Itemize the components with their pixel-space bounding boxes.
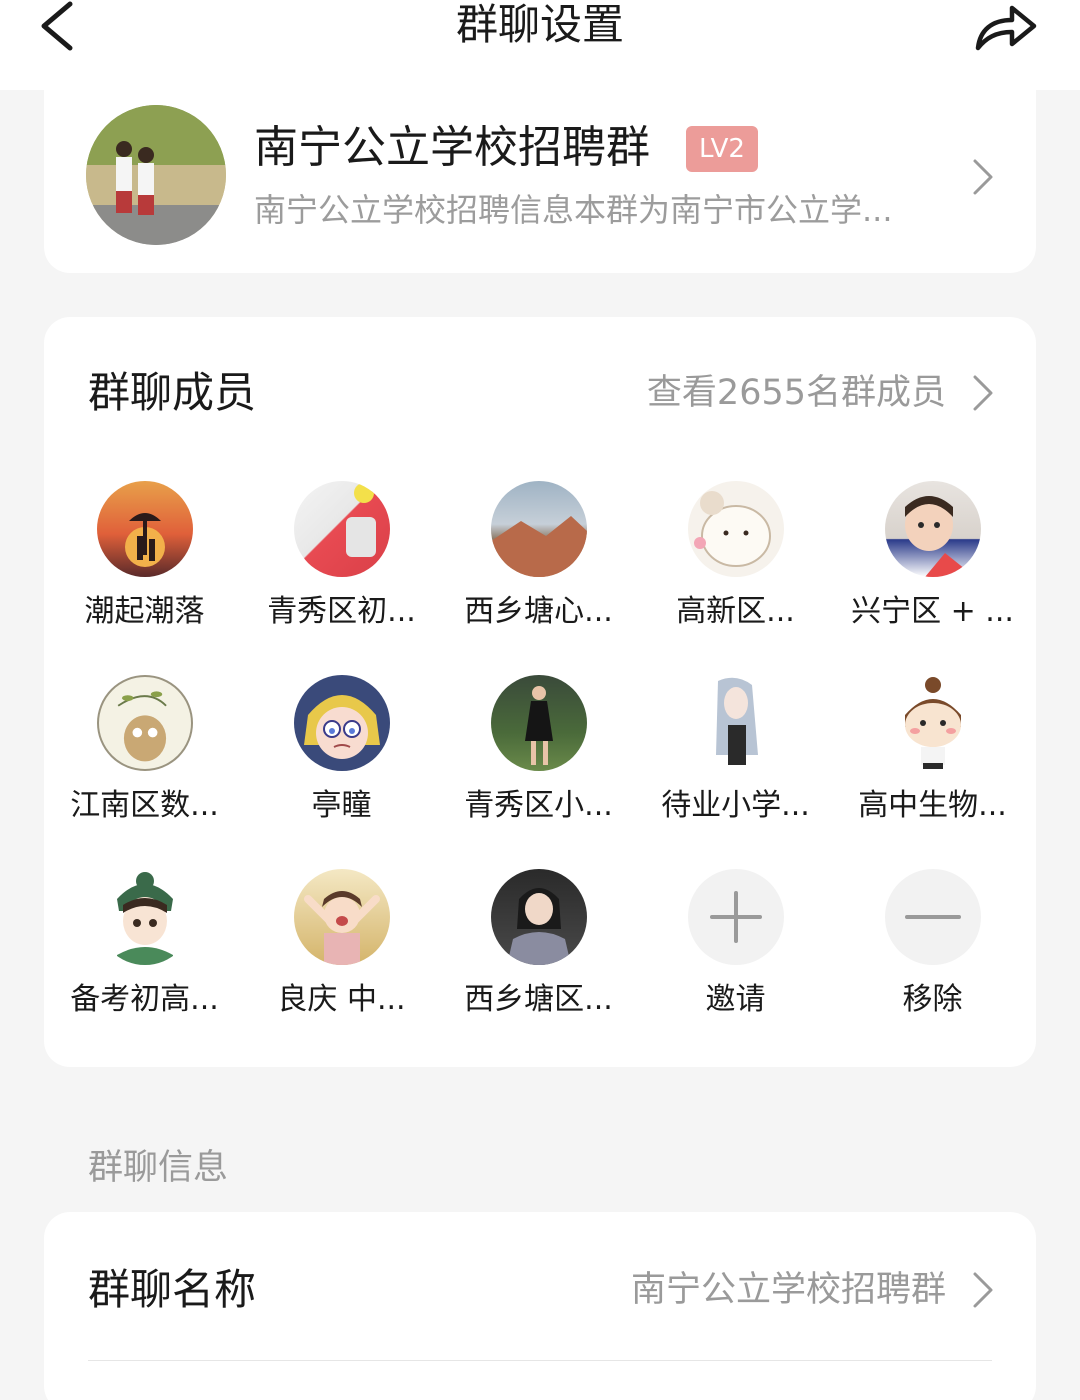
member-name: 青秀区初... (267, 594, 416, 629)
minus-icon (884, 869, 981, 965)
member-item[interactable]: 高中生物... (834, 671, 1031, 865)
group-info-section-label: 群聊信息 (88, 1148, 229, 1188)
invite-label: 邀请 (705, 982, 766, 1017)
member-avatar (490, 869, 587, 965)
member-name: 高中生物... (858, 788, 1007, 823)
group-name: 南宁公立学校招聘群 (254, 122, 650, 173)
group-name-row-label: 群聊名称 (88, 1265, 257, 1314)
member-item[interactable]: 备考初高... (46, 865, 243, 1059)
member-name: 潮起潮落 (84, 594, 205, 629)
member-avatar (293, 869, 390, 965)
member-item[interactable]: 良庆 中... (243, 865, 440, 1059)
invite-button[interactable]: 邀请 (637, 865, 834, 1059)
group-settings-page: 群聊设置 南宁公立学校招聘群 LV2 南宁公立学校招聘信息本群为南宁市公立学.. (0, 0, 1080, 1400)
share-button[interactable] (972, 0, 1042, 56)
members-card: 群聊成员 查看2655名群成员 潮起潮落 青秀区初... 西乡塘心... 高新区… (44, 317, 1036, 1067)
member-name: 备考初高... (70, 982, 219, 1017)
remove-label: 移除 (902, 982, 963, 1017)
group-profile-card[interactable]: 南宁公立学校招聘群 LV2 南宁公立学校招聘信息本群为南宁市公立学... (44, 90, 1036, 273)
member-name: 良庆 中... (277, 982, 406, 1017)
member-avatar (884, 675, 981, 771)
member-name: 兴宁区 + ... (851, 594, 1014, 629)
member-name: 高新区... (676, 594, 795, 629)
member-item[interactable]: 青秀区初... (243, 477, 440, 671)
member-avatar (490, 675, 587, 771)
remove-button[interactable]: 移除 (834, 865, 1031, 1059)
member-avatar (96, 481, 193, 577)
members-section-title: 群聊成员 (88, 368, 257, 417)
level-badge: LV2 (686, 126, 758, 172)
row-divider (88, 1360, 992, 1361)
member-avatar (687, 481, 784, 577)
member-item[interactable]: 潮起潮落 (46, 477, 243, 671)
plus-icon (687, 869, 784, 965)
member-avatar (293, 481, 390, 577)
member-avatar (490, 481, 587, 577)
member-name: 西乡塘心... (464, 594, 613, 629)
member-name: 青秀区小... (464, 788, 613, 823)
member-item[interactable]: 青秀区小... (440, 671, 637, 865)
member-item[interactable]: 西乡塘区... (440, 865, 637, 1059)
member-item[interactable]: 待业小学... (637, 671, 834, 865)
member-item[interactable]: 西乡塘心... (440, 477, 637, 671)
chevron-right-icon (973, 159, 993, 195)
member-name: 待业小学... (661, 788, 810, 823)
member-name: 江南区数... (70, 788, 219, 823)
member-item[interactable]: 亭瞳 (243, 671, 440, 865)
group-name-row-value: 南宁公立学校招聘群 (630, 1270, 946, 1310)
member-item[interactable]: 兴宁区 + ... (834, 477, 1031, 671)
member-avatar (884, 481, 981, 577)
page-title: 群聊设置 (455, 0, 624, 49)
group-description: 南宁公立学校招聘信息本群为南宁市公立学... (254, 191, 893, 229)
member-avatar (96, 869, 193, 965)
member-item[interactable]: 高新区... (637, 477, 834, 671)
member-avatar (687, 675, 784, 771)
chevron-right-icon (973, 375, 993, 411)
member-item[interactable]: 江南区数... (46, 671, 243, 865)
share-arrow-icon (975, 5, 1037, 51)
top-bar: 群聊设置 (0, 0, 1080, 90)
group-avatar (86, 105, 226, 245)
member-name: 亭瞳 (311, 788, 372, 823)
chevron-right-icon (973, 1272, 993, 1308)
member-name: 西乡塘区... (464, 982, 613, 1017)
member-avatar (293, 675, 390, 771)
view-all-members-link[interactable]: 查看2655名群成员 (647, 365, 946, 421)
member-avatar (96, 675, 193, 771)
group-name-row[interactable]: 群聊名称 南宁公立学校招聘群 (44, 1212, 1036, 1400)
